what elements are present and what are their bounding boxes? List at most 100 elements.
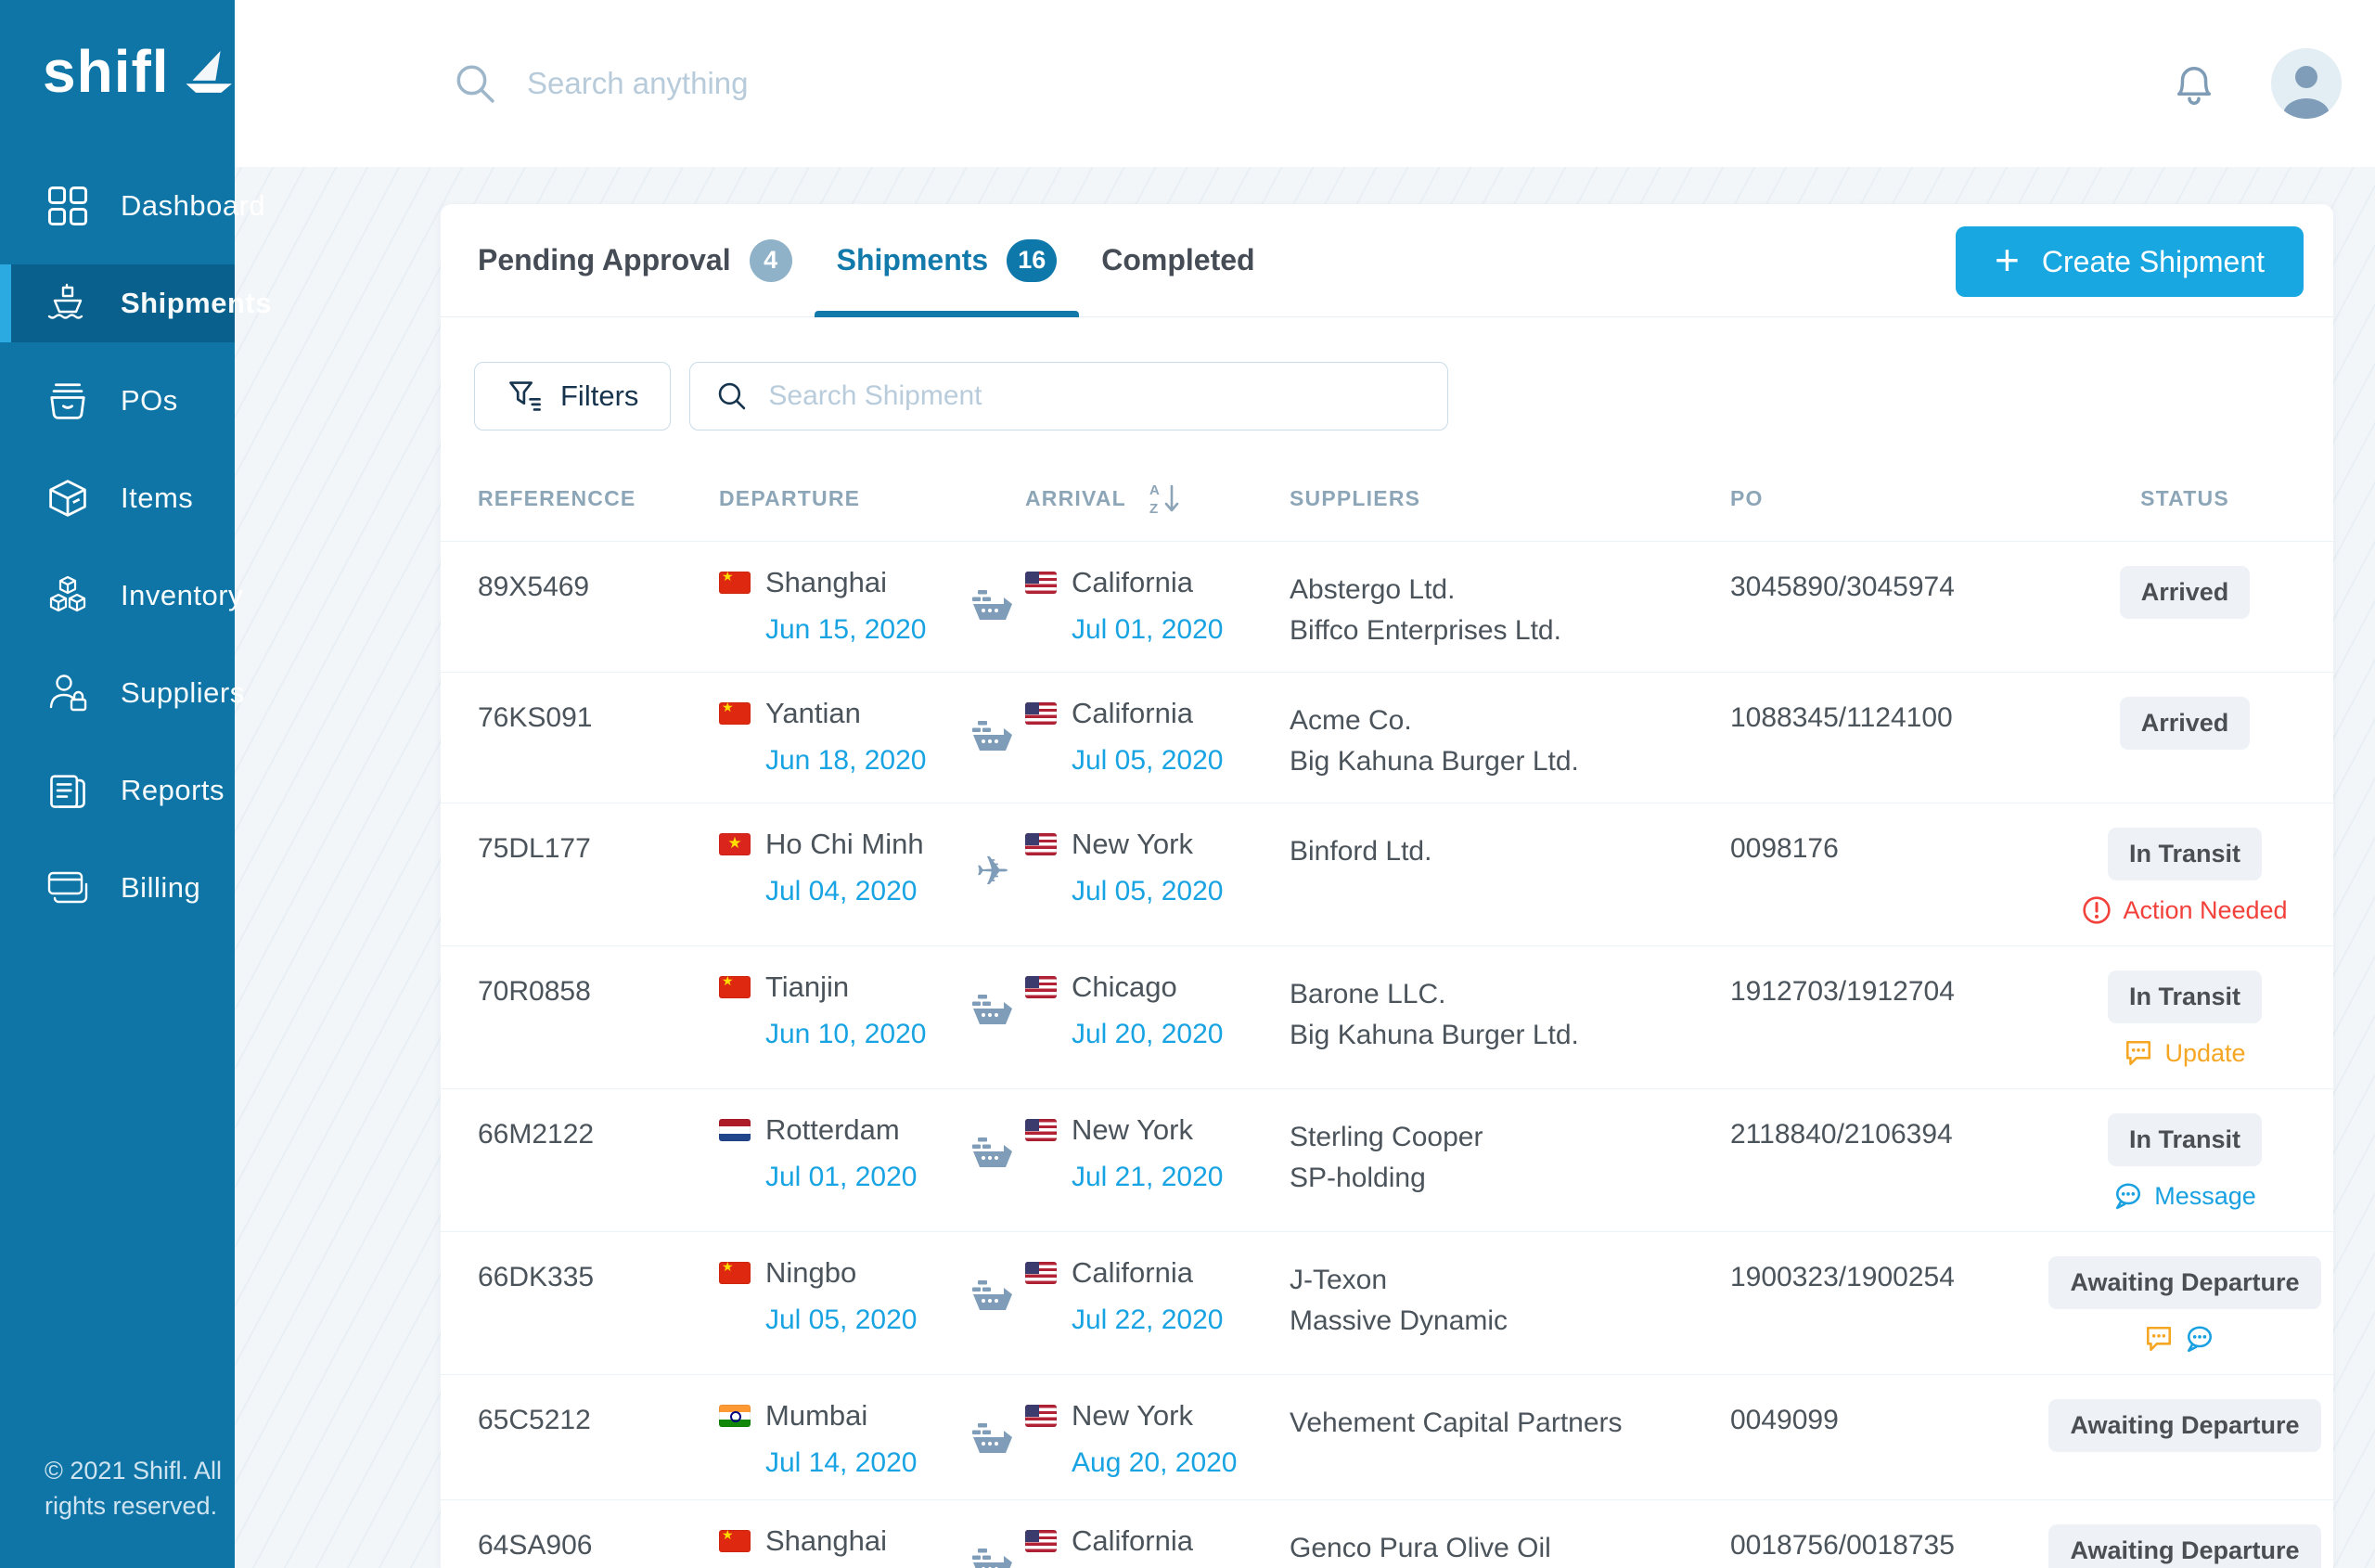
- departure-flag-icon: [719, 702, 751, 725]
- transport-cell: ✈: [960, 697, 1025, 782]
- transport-cell: ✈: [960, 828, 1025, 925]
- global-search-input[interactable]: [527, 66, 1362, 101]
- avatar[interactable]: [2271, 48, 2342, 119]
- transport-cell: ✈: [960, 1113, 1025, 1211]
- tab-bar: Pending Approval 4 Shipments 16 Complete…: [441, 204, 2333, 317]
- arrival-date[interactable]: Jul 21, 2020: [1072, 1162, 1290, 1193]
- alert-icon: [2082, 895, 2112, 925]
- search-icon: [714, 379, 750, 414]
- status-extra[interactable]: Update: [2124, 1038, 2245, 1068]
- reports-icon: [46, 769, 89, 812]
- table-row[interactable]: 89X5469 Shanghai Jun 15, 2020: [441, 542, 2333, 673]
- arrival-date[interactable]: Aug 20, 2020: [1072, 1447, 1290, 1479]
- po-cell: 1088345/1124100: [1730, 697, 2036, 782]
- col-reference: REFERENCCE: [478, 486, 719, 511]
- sidebar-item-items[interactable]: Items: [0, 459, 235, 537]
- po-cell: 3045890/3045974: [1730, 566, 2036, 651]
- status-badge: Arrived: [2120, 697, 2251, 750]
- global-search: [451, 59, 2171, 108]
- table-row[interactable]: 70R0858 Tianjin Jun 10, 2020: [441, 946, 2333, 1089]
- arrival-flag-icon: [1025, 1530, 1057, 1552]
- sidebar-item-inventory[interactable]: Inventory: [0, 557, 235, 635]
- ship-icon: [971, 1137, 1014, 1178]
- tab-pending[interactable]: Pending Approval 4: [456, 204, 815, 316]
- departure-date[interactable]: Jun 18, 2020: [765, 745, 960, 777]
- sidebar-item-billing[interactable]: Billing: [0, 849, 235, 927]
- arrival-date[interactable]: Jul 05, 2020: [1072, 876, 1290, 907]
- tab-badge: 16: [1007, 239, 1057, 282]
- departure-date[interactable]: Jul 01, 2020: [765, 1162, 960, 1193]
- ship-icon: [971, 721, 1014, 762]
- search-icon: [451, 59, 499, 108]
- status-cell: Arrived: [2036, 566, 2333, 651]
- reference-cell: 65C5212: [478, 1399, 719, 1479]
- status-badge: In Transit: [2108, 1113, 2262, 1166]
- table-row[interactable]: 75DL177 Ho Chi Minh Jul 04, 2020: [441, 803, 2333, 946]
- arrival-cell: New York Aug 20, 2020: [1025, 1399, 1290, 1479]
- status-cell: In Transit: [2036, 828, 2333, 925]
- arrival-date[interactable]: Jul 22, 2020: [1072, 1305, 1290, 1336]
- status-extra[interactable]: Action Needed: [2082, 895, 2287, 925]
- filter-row: Filters: [474, 362, 2333, 431]
- user-icon: [2271, 48, 2342, 119]
- tab-shipments[interactable]: Shipments 16: [815, 204, 1080, 316]
- sidebar-item-dashboard[interactable]: Dashboard: [0, 167, 235, 245]
- col-departure: DEPARTURE: [719, 486, 960, 511]
- sidebar-item-pos[interactable]: POs: [0, 362, 235, 440]
- notifications-bell-icon[interactable]: [2171, 58, 2217, 109]
- transport-cell: ✈: [960, 1256, 1025, 1354]
- sidebar-item-shipments[interactable]: Shipments: [0, 264, 235, 342]
- table-row[interactable]: 66M2122 Rotterdam Jul 01, 2020: [441, 1089, 2333, 1232]
- transport-cell: ✈: [960, 1524, 1025, 1568]
- suppliers-cell: Barone LLC. Big Kahuna Burger Ltd.: [1290, 970, 1730, 1068]
- tab-badge: 4: [750, 239, 792, 282]
- logo[interactable]: shifl: [43, 37, 235, 106]
- arrival-cell: California Jul 01, 2020: [1025, 566, 1290, 651]
- departure-flag-icon: [719, 1119, 751, 1141]
- sidebar-menu: Dashboard Shipments POs Items Inventory …: [0, 167, 235, 927]
- table-row[interactable]: 76KS091 Yantian Jun 18, 2020: [441, 673, 2333, 803]
- table-row[interactable]: 66DK335 Ningbo Jul 05, 2020: [441, 1232, 2333, 1375]
- status-extra[interactable]: Message: [2113, 1181, 2256, 1211]
- arrival-date[interactable]: Jul 20, 2020: [1072, 1019, 1290, 1050]
- update-bubble-icon: [2124, 1038, 2153, 1068]
- sort-az-icon[interactable]: A Z: [1147, 481, 1184, 518]
- table-row[interactable]: 65C5212 Mumbai Jul 14, 2020: [441, 1375, 2333, 1500]
- departure-date[interactable]: Jul 14, 2020: [765, 1447, 960, 1479]
- departure-date[interactable]: Jul 04, 2020: [765, 876, 960, 907]
- status-badge: Arrived: [2120, 566, 2251, 619]
- arrival-flag-icon: [1025, 702, 1057, 725]
- departure-flag-icon: [719, 1405, 751, 1427]
- create-shipment-button[interactable]: + Create Shipment: [1956, 226, 2304, 297]
- app-window: shifl Dashboard Shipments POs Items Inve…: [0, 0, 2375, 1568]
- ship-icon: [971, 1549, 1014, 1568]
- po-cell: 2118840/2106394: [1730, 1113, 2036, 1211]
- ship-icon: [971, 1423, 1014, 1464]
- table-body: 89X5469 Shanghai Jun 15, 2020: [441, 542, 2333, 1568]
- arrival-date[interactable]: Jul 01, 2020: [1072, 614, 1290, 646]
- departure-date[interactable]: Jun 15, 2020: [765, 614, 960, 646]
- departure-cell: Ningbo Jul 05, 2020: [719, 1256, 960, 1354]
- departure-flag-icon: [719, 1530, 751, 1552]
- tab-completed[interactable]: Completed: [1079, 204, 1277, 316]
- sidebar-item-suppliers[interactable]: Suppliers: [0, 654, 235, 732]
- transport-cell: ✈: [960, 970, 1025, 1068]
- status-extra[interactable]: [2144, 1324, 2226, 1354]
- col-po: PO: [1730, 486, 2036, 511]
- po-cell: 0049099: [1730, 1399, 2036, 1479]
- suppliers-icon: [46, 672, 89, 714]
- table-row[interactable]: 64SA906 Shanghai ✈: [441, 1500, 2333, 1568]
- departure-date[interactable]: Jul 05, 2020: [765, 1305, 960, 1336]
- arrival-date[interactable]: Jul 05, 2020: [1072, 745, 1290, 777]
- reference-cell: 75DL177: [478, 828, 719, 925]
- departure-flag-icon: [719, 976, 751, 998]
- shipment-search-input[interactable]: [768, 380, 1423, 412]
- departure-date[interactable]: Jun 10, 2020: [765, 1019, 960, 1050]
- filters-button[interactable]: Filters: [474, 362, 671, 431]
- update-bubble-icon: [2144, 1324, 2174, 1354]
- suppliers-cell: Sterling Cooper SP-holding: [1290, 1113, 1730, 1211]
- departure-cell: Shanghai: [719, 1524, 960, 1568]
- suppliers-cell: Binford Ltd.: [1290, 828, 1730, 925]
- items-icon: [46, 477, 89, 520]
- sidebar-item-reports[interactable]: Reports: [0, 752, 235, 829]
